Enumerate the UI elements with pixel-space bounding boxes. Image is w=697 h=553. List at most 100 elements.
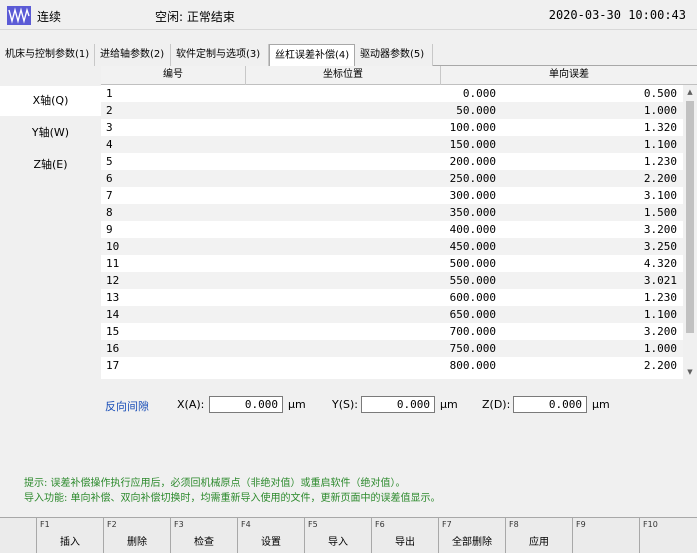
cell-number: 16 xyxy=(106,342,120,355)
cell-error: 1.320 xyxy=(643,121,677,134)
f9-button[interactable]: F9 xyxy=(573,518,640,553)
column-header-error: 单向误差 xyxy=(549,69,589,80)
table-row[interactable]: 12 550.000 3.021 xyxy=(101,272,683,289)
cell-position: 650.000 xyxy=(449,308,496,321)
cell-position: 500.000 xyxy=(449,257,496,270)
hint-line-import: 导入功能: 单向补偿、双向补偿切换时，均需重新导入使用的文件，更新页面中的误差值… xyxy=(24,493,441,504)
param-tabs: 机床与控制参数(1) 进给轴参数(2) 软件定制与选项(3) 丝杠误差补偿(4)… xyxy=(0,44,697,67)
delete-all-button[interactable]: F7 全部删除 xyxy=(439,518,506,553)
table-row[interactable]: 4 150.000 1.100 xyxy=(101,136,683,153)
cell-position: 700.000 xyxy=(449,325,496,338)
axis-z-button[interactable]: Z轴(E) xyxy=(0,150,101,180)
column-header-position: 坐标位置 xyxy=(246,66,441,85)
tab-screw-compensation[interactable]: 丝杠误差补偿(4) xyxy=(269,44,355,67)
cell-number: 15 xyxy=(106,325,120,338)
f10-button[interactable]: F10 xyxy=(640,518,697,553)
backlash-z-input[interactable]: 0.000 xyxy=(513,396,587,413)
cell-position: 450.000 xyxy=(449,240,496,253)
cell-number: 12 xyxy=(106,274,120,287)
fkey-number: F6 xyxy=(375,520,385,529)
table-row[interactable]: 9 400.000 3.200 xyxy=(101,221,683,238)
datetime-label: 2020-03-30 10:00:43 xyxy=(548,8,686,22)
table-row[interactable]: 15 700.000 3.200 xyxy=(101,323,683,340)
cell-number: 8 xyxy=(106,206,113,219)
cell-error: 0.500 xyxy=(643,87,677,100)
axis-x-button[interactable]: X轴(Q) xyxy=(0,86,101,116)
backlash-x-input[interactable]: 0.000 xyxy=(209,396,283,413)
table-row[interactable]: 3 100.000 1.320 xyxy=(101,119,683,136)
tab-software-options[interactable]: 软件定制与选项(3) xyxy=(171,44,269,66)
cell-error: 1.100 xyxy=(643,308,677,321)
table-row[interactable]: 5 200.000 1.230 xyxy=(101,153,683,170)
import-button[interactable]: F5 导入 xyxy=(305,518,372,553)
fkey-number: F2 xyxy=(107,520,117,529)
backlash-y-input[interactable]: 0.000 xyxy=(361,396,435,413)
table-row[interactable]: 1 0.000 0.500 xyxy=(101,85,683,102)
axis-y-button[interactable]: Y轴(W) xyxy=(0,118,101,148)
scroll-up-icon[interactable]: ▲ xyxy=(683,85,697,99)
table-row[interactable]: 7 300.000 3.100 xyxy=(101,187,683,204)
scroll-thumb[interactable] xyxy=(686,101,694,333)
fkey-label: 全部删除 xyxy=(452,537,492,548)
cell-position: 200.000 xyxy=(449,155,496,168)
check-button[interactable]: F3 检查 xyxy=(171,518,238,553)
tab-machine-control[interactable]: 机床与控制参数(1) xyxy=(0,44,95,66)
fkey-number: F7 xyxy=(442,520,452,529)
cell-number: 4 xyxy=(106,138,113,151)
fkey-label: 检查 xyxy=(194,537,214,548)
table-row[interactable]: 6 250.000 2.200 xyxy=(101,170,683,187)
cell-position: 550.000 xyxy=(449,274,496,287)
backlash-y-unit: μm xyxy=(440,398,458,411)
cell-error: 2.200 xyxy=(643,172,677,185)
fkey-label: 删除 xyxy=(127,537,147,548)
cell-error: 4.320 xyxy=(643,257,677,270)
table-header: 编号 坐标位置 单向误差 xyxy=(101,66,697,85)
cell-error: 1.100 xyxy=(643,138,677,151)
cell-position: 400.000 xyxy=(449,223,496,236)
table-row[interactable]: 17 800.000 2.200 xyxy=(101,357,683,374)
cell-number: 2 xyxy=(106,104,113,117)
cell-position: 0.000 xyxy=(462,87,496,100)
fkey-number: F5 xyxy=(308,520,318,529)
table-row[interactable]: 13 600.000 1.230 xyxy=(101,289,683,306)
settings-button[interactable]: F4 设置 xyxy=(238,518,305,553)
cell-number: 14 xyxy=(106,308,120,321)
cell-position: 150.000 xyxy=(449,138,496,151)
tab-driver-params[interactable]: 驱动器参数(5) xyxy=(355,44,433,66)
cell-number: 9 xyxy=(106,223,113,236)
table-scrollbar[interactable]: ▲ ▼ xyxy=(683,85,697,379)
cell-position: 800.000 xyxy=(449,359,496,372)
backlash-row: 反向间隙 X(A): 0.000 μm Y(S): 0.000 μm Z(D):… xyxy=(0,396,697,416)
scroll-down-icon[interactable]: ▼ xyxy=(683,365,697,379)
insert-button[interactable]: F1 插入 xyxy=(37,518,104,553)
compensation-table: 1 0.000 0.500 2 50.000 1.000 3 100.000 1.320 4… xyxy=(101,85,683,379)
table-row[interactable]: 2 50.000 1.000 xyxy=(101,102,683,119)
export-button[interactable]: F6 导出 xyxy=(372,518,439,553)
cell-error: 2.200 xyxy=(643,359,677,372)
table-row[interactable]: 8 350.000 1.500 xyxy=(101,204,683,221)
cell-error: 3.200 xyxy=(643,325,677,338)
cell-position: 600.000 xyxy=(449,291,496,304)
cell-position: 350.000 xyxy=(449,206,496,219)
cell-position: 250.000 xyxy=(449,172,496,185)
table-row[interactable]: 10 450.000 3.250 xyxy=(101,238,683,255)
fkey-number: F3 xyxy=(174,520,184,529)
mode-label: 连续 xyxy=(37,10,62,24)
table-row[interactable]: 14 650.000 1.100 xyxy=(101,306,683,323)
backlash-y-label: Y(S): xyxy=(332,398,358,411)
cell-error: 1.230 xyxy=(643,291,677,304)
fkey-label: 插入 xyxy=(60,537,80,548)
tab-feed-axis[interactable]: 进给轴参数(2) xyxy=(95,44,171,66)
cell-error: 3.200 xyxy=(643,223,677,236)
backlash-x-unit: μm xyxy=(288,398,306,411)
fkey-number: F4 xyxy=(241,520,251,529)
fkey-label: 设置 xyxy=(261,537,281,548)
function-key-bar: F1 插入 F2 删除 F3 检查 F4 设置 F5 导入 F6 导出 F7 全部删除 F8 应… xyxy=(0,517,697,553)
table-row[interactable]: 11 500.000 4.320 xyxy=(101,255,683,272)
delete-button[interactable]: F2 删除 xyxy=(104,518,171,553)
apply-button[interactable]: F8 应用 xyxy=(506,518,573,553)
cell-error: 1.230 xyxy=(643,155,677,168)
table-row[interactable]: 16 750.000 1.000 xyxy=(101,340,683,357)
cell-position: 50.000 xyxy=(456,104,496,117)
cell-number: 7 xyxy=(106,189,113,202)
